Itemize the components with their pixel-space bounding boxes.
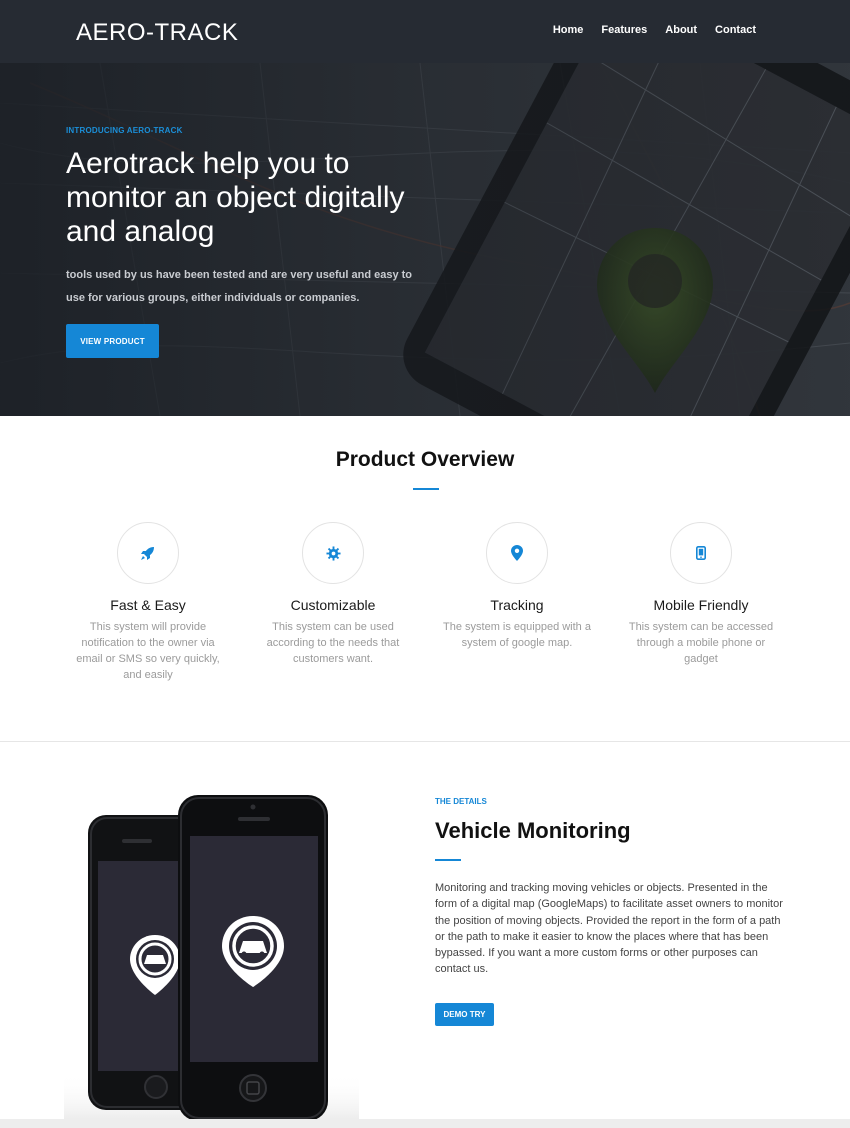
- nav-link-home[interactable]: Home: [553, 24, 584, 36]
- feature-card-tracking: Tracking The system is equipped with a s…: [437, 522, 597, 651]
- feature-description: This system can be used according to the…: [266, 621, 400, 665]
- section-title: Product Overview: [335, 448, 515, 471]
- phones-illustration: [64, 795, 359, 1121]
- details-section: THE DETAILS Vehicle Monitoring Monitorin…: [0, 743, 850, 1121]
- top-navbar: AERO-TRACK Home Features About Contact: [0, 0, 850, 63]
- view-product-button[interactable]: VIEW PRODUCT: [66, 324, 159, 358]
- feature-icon-ring: [302, 522, 364, 584]
- nav-link-about[interactable]: About: [665, 24, 697, 36]
- map-pin-icon: [511, 545, 523, 561]
- feature-icon-ring: [117, 522, 179, 584]
- feature-card-mobile-friendly: Mobile Friendly This system can be acces…: [621, 522, 781, 667]
- gear-icon: [325, 545, 341, 561]
- feature-description: This system can be accessed through a mo…: [628, 621, 774, 665]
- mobile-icon: [696, 546, 706, 560]
- details-eyebrow: THE DETAILS: [435, 797, 487, 806]
- feature-icon-ring: [670, 522, 732, 584]
- phone-front: [178, 795, 328, 1121]
- feature-card-fast-easy: Fast & Easy This system will provide not…: [68, 522, 228, 683]
- feature-description: This system will provide notification to…: [76, 621, 220, 681]
- nav-links: Home Features About Contact: [535, 24, 756, 36]
- feature-card-customizable: Customizable This system can be used acc…: [253, 522, 413, 667]
- demo-try-button[interactable]: DEMO TRY: [435, 1003, 494, 1026]
- details-divider: [435, 859, 461, 861]
- brand-logo[interactable]: AERO-TRACK: [76, 19, 238, 47]
- feature-description: The system is equipped with a system of …: [443, 621, 591, 649]
- title-divider: [413, 488, 439, 490]
- feature-title: Tracking: [490, 597, 544, 613]
- details-title: Vehicle Monitoring: [435, 818, 631, 843]
- product-overview-section: Product Overview Fast & Easy This system…: [0, 416, 850, 742]
- nav-link-features[interactable]: Features: [601, 24, 647, 36]
- hero-title: Aerotrack help you to monitor an object …: [66, 147, 405, 248]
- feature-icon-ring: [486, 522, 548, 584]
- feature-title: Customizable: [290, 597, 376, 613]
- hero-eyebrow: INTRODUCING AERO-TRACK: [66, 126, 183, 135]
- footer-band: [0, 1119, 850, 1128]
- hero-subtitle: tools used by us have been tested and ar…: [66, 269, 413, 304]
- details-body: Monitoring and tracking moving vehicles …: [435, 882, 783, 976]
- hero-section: INTRODUCING AERO-TRACK Aerotrack help yo…: [0, 63, 850, 416]
- rocket-icon: [141, 547, 154, 560]
- nav-link-contact[interactable]: Contact: [715, 24, 756, 36]
- feature-title: Fast & Easy: [110, 597, 186, 613]
- feature-title: Mobile Friendly: [653, 597, 749, 613]
